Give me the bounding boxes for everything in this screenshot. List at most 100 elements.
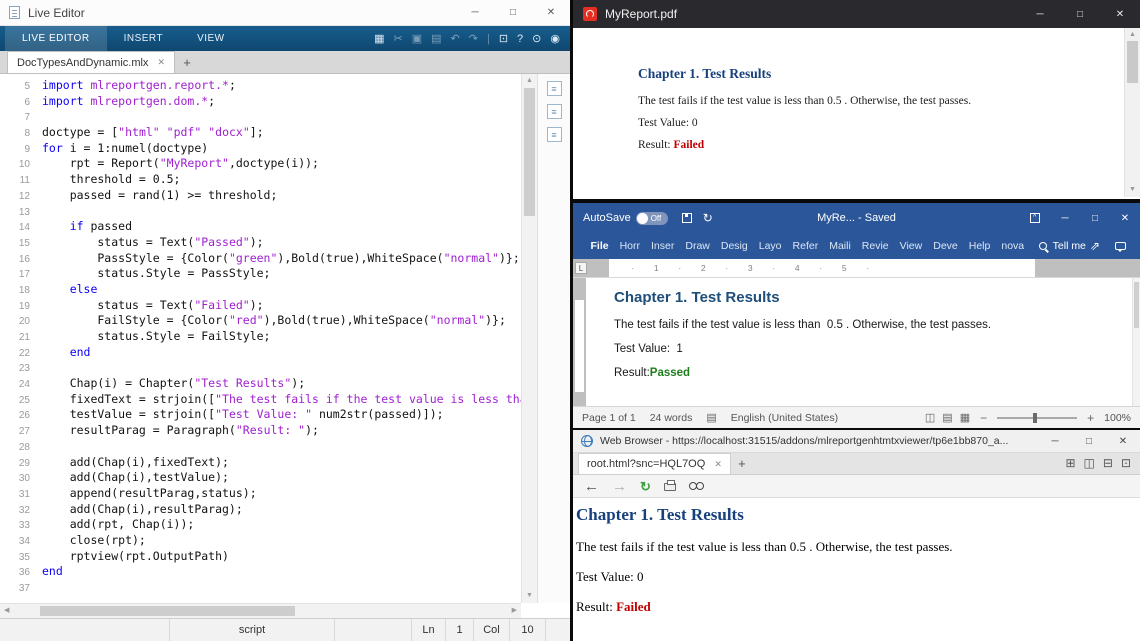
close-icon[interactable]: ✕ xyxy=(1110,203,1140,233)
share-icon[interactable]: ⇗ xyxy=(1090,239,1100,253)
code-line[interactable]: 12 passed = rand(1) >= threshold; xyxy=(0,188,521,204)
code-line[interactable]: 24 Chap(i) = Chapter("Test Results"); xyxy=(0,376,521,392)
code-line[interactable]: 16 PassStyle = {Color("green"),Bold(true… xyxy=(0,251,521,267)
scroll-right-icon[interactable]: ▶ xyxy=(512,606,517,614)
word-tab-desig[interactable]: Desig xyxy=(715,240,753,252)
document-tab[interactable]: DocTypesAndDynamic.mlx ✕ xyxy=(7,51,175,73)
code-line[interactable]: 11 threshold = 0.5; xyxy=(0,172,521,188)
code-line[interactable]: 36end xyxy=(0,564,521,580)
code-line[interactable]: 31 append(resultParag,status); xyxy=(0,486,521,502)
code-line[interactable]: 27 resultParag = Paragraph("Result: "); xyxy=(0,423,521,439)
scroll-down-icon[interactable]: ▼ xyxy=(1125,185,1140,195)
ml-ribbon-tab-view[interactable]: VIEW xyxy=(180,26,242,51)
code-line[interactable]: 14 if passed xyxy=(0,219,521,235)
word-titlebar[interactable]: AutoSave Off ↻ MyRe... - Saved ─ □ ✕ xyxy=(573,203,1140,233)
code-editor[interactable]: 5import mlreportgen.report.*;6import mlr… xyxy=(0,74,521,603)
print-layout-icon[interactable]: ▤ xyxy=(942,411,952,424)
pdf-scroll-thumb[interactable] xyxy=(1127,41,1138,83)
word-tab-refer[interactable]: Refer xyxy=(787,240,824,252)
tile-single-icon[interactable]: ⊡ xyxy=(1121,456,1131,470)
code-line[interactable]: 35 rptview(rpt.OutputPath) xyxy=(0,549,521,565)
code-line[interactable]: 22 end xyxy=(0,345,521,361)
scroll-left-icon[interactable]: ◀ xyxy=(4,606,9,614)
word-tab-revie[interactable]: Revie xyxy=(856,240,894,252)
browser-content[interactable]: Chapter 1. Test Results The test fails i… xyxy=(573,498,1140,641)
code-line[interactable]: 20 FailStyle = {Color("red"),Bold(true),… xyxy=(0,313,521,329)
word-tab-file[interactable]: File xyxy=(585,240,614,252)
help-icon[interactable]: ? xyxy=(517,33,523,45)
minimize-icon[interactable]: ─ xyxy=(456,0,494,25)
vertical-ruler[interactable] xyxy=(573,278,586,406)
scroll-up-icon[interactable]: ▲ xyxy=(1125,30,1140,40)
maximize-icon[interactable]: □ xyxy=(1080,203,1110,233)
word-tab-horr[interactable]: Horr xyxy=(614,240,645,252)
horizontal-ruler[interactable]: L ·1·2·3·4·5· xyxy=(573,259,1140,278)
ml-ribbon-tab-live-editor[interactable]: LIVE EDITOR xyxy=(5,26,107,51)
code-line[interactable]: 25 fixedText = strjoin(["The test fails … xyxy=(0,392,521,408)
copy-icon[interactable]: ▣ xyxy=(412,32,422,45)
back-icon[interactable]: ← xyxy=(584,479,599,494)
matlab-titlebar[interactable]: Live Editor ─ □ ✕ xyxy=(0,0,570,26)
tab-close-icon[interactable]: ✕ xyxy=(157,57,165,68)
code-line[interactable]: 26 testValue = strjoin(["Test Value: " n… xyxy=(0,407,521,423)
word-tab-inser[interactable]: Inser xyxy=(646,240,680,252)
word-count[interactable]: 24 words xyxy=(650,412,693,424)
ribbon-display-icon[interactable] xyxy=(1020,203,1050,233)
word-tab-view[interactable]: View xyxy=(894,240,928,252)
word-tab-deve[interactable]: Deve xyxy=(928,240,964,252)
save-icon[interactable] xyxy=(682,213,692,223)
code-line[interactable]: 17 status.Style = PassStyle; xyxy=(0,266,521,282)
bookmarks-icon[interactable]: ≡ xyxy=(547,127,562,142)
read-mode-icon[interactable]: ◫ xyxy=(925,411,935,424)
code-hscrollbar[interactable]: ◀ ▶ xyxy=(0,603,521,618)
word-document[interactable]: Chapter 1. Test Results The test fails i… xyxy=(586,278,1132,406)
word-tab-maili[interactable]: Maili xyxy=(824,240,857,252)
code-line[interactable]: 30 add(Chap(i),testValue); xyxy=(0,470,521,486)
close-icon[interactable]: ✕ xyxy=(1106,430,1140,452)
comments-icon[interactable] xyxy=(1115,242,1126,250)
tell-me[interactable]: Tell me xyxy=(1039,240,1086,252)
add-ons-icon[interactable]: ◉ xyxy=(550,32,560,45)
display-icon[interactable]: ⊡ xyxy=(499,32,508,45)
autosave-toggle[interactable]: Off xyxy=(636,212,668,225)
code-line[interactable]: 13 xyxy=(0,204,521,220)
close-icon[interactable]: ✕ xyxy=(1100,0,1140,28)
code-line[interactable]: 33 add(rpt, Chap(i)); xyxy=(0,517,521,533)
browser-titlebar[interactable]: Web Browser - https://localhost:31515/ad… xyxy=(573,430,1140,453)
hscroll-thumb[interactable] xyxy=(40,606,295,616)
outline-icon[interactable]: ≡ xyxy=(547,81,562,96)
pdf-scrollbar[interactable]: ▲ ▼ xyxy=(1124,28,1140,197)
code-line[interactable]: 21 status.Style = FailStyle; xyxy=(0,329,521,345)
scroll-down-icon[interactable]: ▼ xyxy=(522,591,537,601)
new-tab-button[interactable]: + xyxy=(731,453,753,474)
code-line[interactable]: 37 xyxy=(0,580,521,596)
code-line[interactable]: 18 else xyxy=(0,282,521,298)
code-line[interactable]: 28 xyxy=(0,439,521,455)
word-scrollbar[interactable] xyxy=(1132,278,1140,406)
scroll-up-icon[interactable]: ▲ xyxy=(522,76,537,86)
code-line[interactable]: 32 add(Chap(i),resultParag); xyxy=(0,502,521,518)
code-line[interactable]: 8doctype = ["html" "pdf" "docx"]; xyxy=(0,125,521,141)
word-scroll-thumb[interactable] xyxy=(1134,282,1139,328)
browser-tab[interactable]: root.html?snc=HQL7OQ ✕ xyxy=(578,453,731,474)
language-indicator[interactable]: English (United States) xyxy=(731,412,838,424)
code-line[interactable]: 34 close(rpt); xyxy=(0,533,521,549)
cut-icon[interactable]: ✂ xyxy=(394,32,403,45)
word-tab-nova[interactable]: nova xyxy=(996,240,1030,252)
find-icon[interactable] xyxy=(689,482,704,490)
web-layout-icon[interactable]: ▦ xyxy=(960,411,970,424)
vscroll-thumb[interactable] xyxy=(524,88,535,216)
close-icon[interactable]: ✕ xyxy=(532,0,570,25)
paste-icon[interactable]: ▤ xyxy=(431,32,441,45)
maximize-icon[interactable]: □ xyxy=(1072,430,1106,452)
undo-icon[interactable]: ↶ xyxy=(451,32,460,45)
maximize-icon[interactable]: □ xyxy=(1060,0,1100,28)
autosave-control[interactable]: AutoSave Off xyxy=(583,212,668,225)
code-line[interactable]: 19 status = Text("Failed"); xyxy=(0,298,521,314)
zoom-in-icon[interactable]: + xyxy=(1087,411,1094,425)
code-line[interactable]: 5import mlreportgen.report.*; xyxy=(0,78,521,94)
minimize-icon[interactable]: ─ xyxy=(1020,0,1060,28)
code-line[interactable]: 23 xyxy=(0,360,521,376)
zoom-knob-icon[interactable] xyxy=(1033,413,1037,423)
code-line[interactable]: 10 rpt = Report("MyReport",doctype(i)); xyxy=(0,156,521,172)
